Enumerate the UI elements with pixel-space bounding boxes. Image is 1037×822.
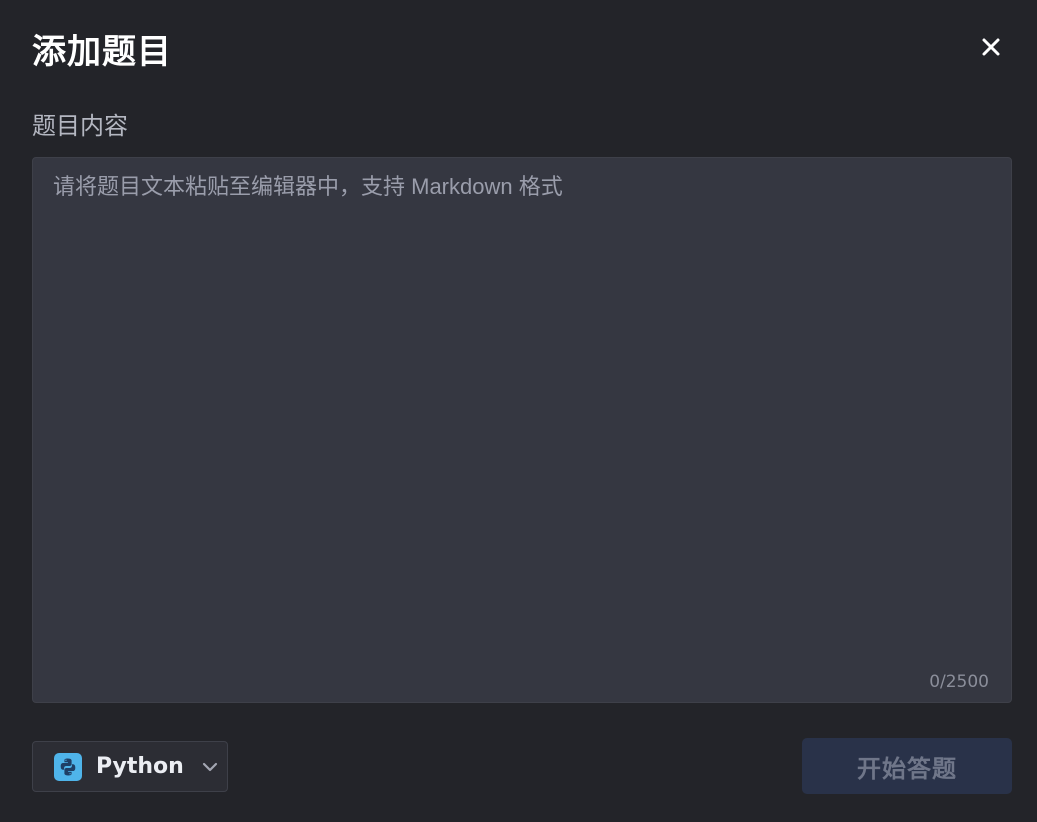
language-label: Python <box>96 754 184 779</box>
chevron-down-icon <box>202 762 218 772</box>
char-count: 0/2500 <box>929 672 989 692</box>
close-icon <box>981 37 1001 57</box>
close-button[interactable] <box>972 28 1010 66</box>
question-content-input[interactable] <box>33 158 1011 702</box>
content-field-label: 题目内容 <box>32 113 128 140</box>
dialog-title: 添加题目 <box>32 33 172 71</box>
python-icon <box>54 752 82 781</box>
language-select[interactable]: Python <box>32 741 228 792</box>
add-question-dialog: 添加题目 题目内容 0/2500 Python 开始答题 <box>0 0 1037 822</box>
question-editor: 0/2500 <box>32 157 1012 703</box>
start-answering-button[interactable]: 开始答题 <box>802 738 1012 794</box>
